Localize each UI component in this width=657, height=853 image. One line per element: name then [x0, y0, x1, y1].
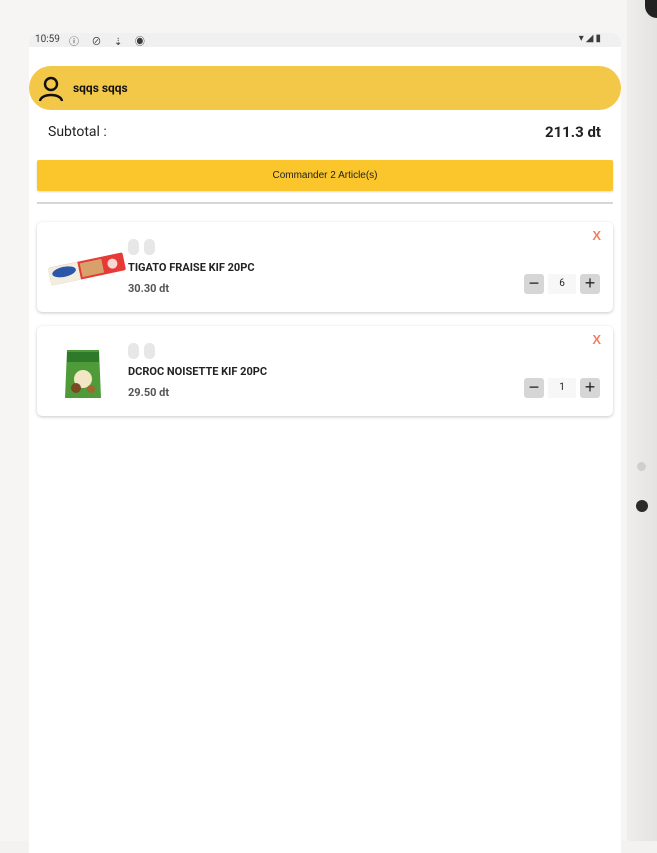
- product-image-dcroc: [65, 350, 101, 398]
- user-icon: [38, 76, 64, 102]
- quantity-stepper: − 6 +: [524, 274, 600, 295]
- status-time: 10:59: [35, 34, 60, 45]
- quantity-stepper: − 1 +: [524, 378, 600, 399]
- product-name: DCROC NOISETTE KIF 20PC: [128, 365, 268, 378]
- product-image-tigato: [47, 252, 126, 286]
- camera-dot: [636, 500, 648, 512]
- cart-item: DCROC NOISETTE KIF 20PC 29.50 dt X − 1 +: [37, 326, 613, 416]
- product-name: TIGATO FRAISE KIF 20PC: [128, 261, 255, 274]
- product-price: 30.30 dt: [128, 282, 170, 295]
- increase-quantity-button[interactable]: +: [580, 378, 600, 398]
- quantity-value[interactable]: 6: [548, 274, 576, 294]
- decrease-quantity-button[interactable]: −: [524, 274, 544, 294]
- device-edge: [627, 0, 657, 841]
- user-name: sqqs sqqs: [73, 81, 128, 95]
- placeholder-pill: [128, 239, 139, 255]
- device-frame: 10:59 ⓘ ⊘ ⇣ ◉ ▾◢▮ sqqs sqqs Subtotal : 2…: [0, 0, 657, 853]
- status-bar: 10:59 ⓘ ⊘ ⇣ ◉ ▾◢▮: [29, 33, 621, 48]
- sensor-dot: [637, 462, 646, 471]
- placeholder-pill: [144, 239, 155, 255]
- placeholder-pill: [144, 343, 155, 359]
- order-button[interactable]: Commander 2 Article(s): [37, 160, 613, 191]
- remove-item-button[interactable]: X: [592, 332, 601, 347]
- status-notification-icons: ⓘ ⊘ ⇣ ◉: [69, 37, 150, 48]
- subtotal-value: 211.3 dt: [544, 123, 601, 141]
- remove-item-button[interactable]: X: [592, 228, 601, 243]
- user-header[interactable]: sqqs sqqs: [29, 66, 621, 110]
- placeholder-pill: [128, 343, 139, 359]
- increase-quantity-button[interactable]: +: [580, 274, 600, 294]
- status-signal-battery-icons: ▾◢▮: [578, 33, 603, 44]
- quantity-value[interactable]: 1: [548, 378, 576, 398]
- subtotal-label: Subtotal :: [48, 124, 107, 140]
- cart-item: TIGATO FRAISE KIF 20PC 30.30 dt X − 6 +: [37, 222, 613, 312]
- product-price: 29.50 dt: [128, 386, 170, 399]
- app-screen: 10:59 ⓘ ⊘ ⇣ ◉ ▾◢▮ sqqs sqqs Subtotal : 2…: [29, 33, 621, 853]
- decrease-quantity-button[interactable]: −: [524, 378, 544, 398]
- divider: [37, 202, 613, 204]
